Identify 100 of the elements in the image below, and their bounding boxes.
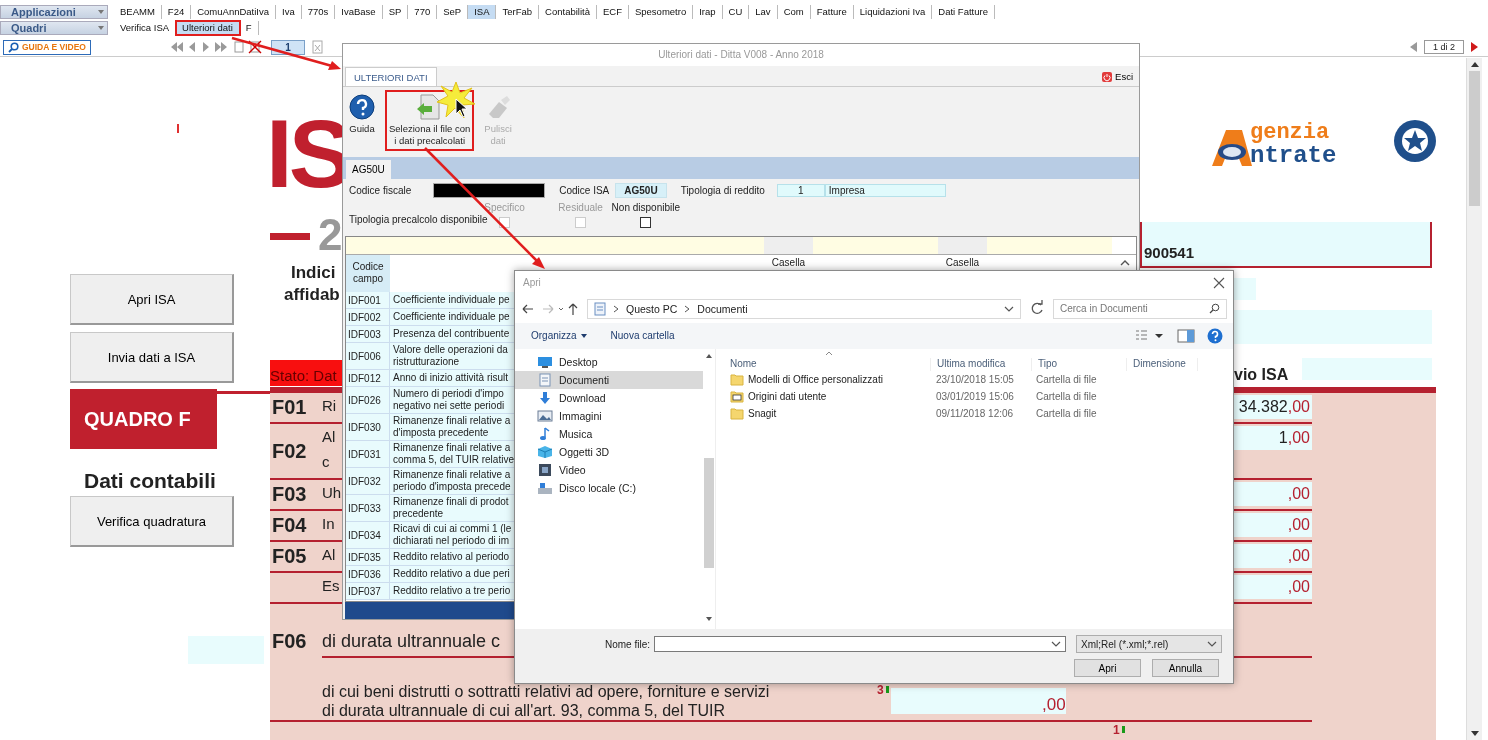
view-options-icon[interactable] <box>1135 328 1165 343</box>
table-cell: IDF002 <box>346 309 390 325</box>
amount-field[interactable]: ,00 <box>1234 544 1312 568</box>
table-cell-text: Rimanenze finali di prodot precedente <box>392 495 510 521</box>
menu-tab[interactable]: 770 <box>408 5 438 19</box>
menu-tab[interactable]: Irap <box>693 5 723 19</box>
nav-item[interactable]: Documenti <box>515 370 703 389</box>
address-bar[interactable]: Questo PC Documenti <box>587 298 1021 319</box>
amount-field[interactable]: ,00 <box>890 688 1066 714</box>
menu-tab[interactable]: Liquidazioni Iva <box>853 5 933 19</box>
menu-tab[interactable]: SP <box>382 5 409 19</box>
column-header[interactable]: Nome <box>730 357 931 371</box>
menu-tab[interactable]: Lav <box>749 5 778 19</box>
nav-item[interactable]: Immagini <box>515 406 703 425</box>
menu-tab[interactable]: Fatture <box>810 5 854 19</box>
menu-tab[interactable]: Iva <box>276 5 302 19</box>
table-header-cell <box>346 237 390 254</box>
menu-tab[interactable]: 770s <box>301 5 336 19</box>
exit-button[interactable]: Esci <box>1096 70 1139 83</box>
file-type-dropdown[interactable]: Xml;Rel (*.xml;*.rel) <box>1076 635 1222 653</box>
nav-item[interactable]: Disco locale (C:) <box>515 478 703 497</box>
menu-tab[interactable]: Spesometro <box>628 5 694 19</box>
menu-tab[interactable]: Ulteriori dati <box>176 21 240 35</box>
form-button[interactable]: Verifica quadratura <box>70 496 234 547</box>
menu-tab[interactable]: Contabilità <box>539 5 597 19</box>
file-name-field[interactable] <box>654 636 1066 652</box>
scroll-up-icon[interactable] <box>1120 259 1130 267</box>
toolbar-button[interactable]: Nuova cartella <box>604 329 681 343</box>
column-header[interactable]: Tipo <box>1032 357 1127 371</box>
document-icon <box>537 372 553 387</box>
isa-code-field[interactable]: AG50U <box>615 182 667 198</box>
table-cell: IDF026 <box>346 387 390 413</box>
help-icon[interactable] <box>1207 327 1223 344</box>
column-header[interactable]: Ultima modifica <box>931 357 1032 371</box>
column-header[interactable]: Dimensione <box>1127 357 1198 371</box>
search-field[interactable]: Cerca in Documenti <box>1053 298 1227 319</box>
nav-item[interactable]: Musica <box>515 424 703 443</box>
close-icon[interactable] <box>1213 276 1225 289</box>
amount-field[interactable]: ,00 <box>1234 575 1312 599</box>
nav-item[interactable]: Desktop <box>515 352 703 371</box>
agency-logo-text: genzia <box>1250 122 1330 144</box>
scrollbar[interactable] <box>1466 58 1482 740</box>
sheet-tab[interactable]: AG50U <box>346 160 391 179</box>
dialog-button[interactable]: Annulla <box>1152 659 1219 677</box>
row-code: F06 <box>272 630 307 653</box>
menu-tab[interactable]: CU <box>722 5 750 19</box>
amount-field[interactable]: ,00 <box>1234 482 1312 506</box>
menu-tab[interactable]: IvaBase <box>335 5 383 19</box>
form-field[interactable] <box>1234 310 1432 344</box>
nav-item[interactable]: Download <box>515 388 703 407</box>
table-cell-text: Rimanenze finali relative a d'imposta precedente <box>392 414 512 440</box>
ribbon-button[interactable]: Guida <box>345 90 379 139</box>
checkbox[interactable] <box>640 217 652 228</box>
file-row[interactable]: Modelli di Office personalizzati 23/10/2018 15:05 Cartella di file <box>730 371 1233 388</box>
row-label: Ri <box>322 397 337 414</box>
menu-tab[interactable]: TerFab <box>496 5 540 19</box>
menu-tab[interactable]: Com <box>777 5 811 19</box>
income-type-field[interactable]: Impresa <box>824 183 946 197</box>
nav-item[interactable]: Oggetti 3D <box>515 442 703 461</box>
code-field[interactable]: 900541 <box>1140 222 1432 268</box>
menu-tab[interactable]: BEAMM <box>114 5 162 19</box>
menu-tab[interactable]: ISA <box>468 5 497 19</box>
ribbon-tab[interactable]: ULTERIORI DATI <box>345 67 437 86</box>
chevron-icon <box>612 304 620 313</box>
window-title: Ulteriori dati - Ditta V008 - Anno 2018 <box>343 44 1139 66</box>
file-row[interactable]: Origini dati utente 03/01/2019 15:06 Cartella di file <box>730 388 1233 405</box>
dialog-button[interactable]: Apri <box>1074 659 1141 677</box>
menu-tab[interactable]: ComuAnnDatiIva <box>191 5 277 19</box>
breadcrumb[interactable]: Documenti <box>697 302 748 315</box>
dropdown-icon <box>1207 640 1217 648</box>
menu-tab[interactable]: Dati Fatture <box>932 5 995 19</box>
nav-item[interactable]: Video <box>515 460 703 479</box>
menu-tab[interactable]: F <box>239 21 259 35</box>
table-header-cell <box>764 237 813 254</box>
amount-field[interactable]: 1,00 <box>1234 426 1312 450</box>
preview-pane-icon[interactable] <box>1177 328 1195 343</box>
applications-dropdown[interactable]: Applicazioni <box>0 5 108 19</box>
menu-tab[interactable]: ECF <box>596 5 629 19</box>
agency-mark-icon <box>1212 128 1252 168</box>
amount-field[interactable]: 34.382,00 <box>1234 395 1312 419</box>
table-cell: IDF012 <box>346 370 390 386</box>
film-icon <box>537 462 553 477</box>
next-page-icon[interactable] <box>1470 41 1480 53</box>
income-code-field[interactable]: 1 <box>776 183 825 197</box>
isa-logo-year: 2 <box>318 213 343 257</box>
amount-field[interactable]: ,00 <box>1234 513 1312 537</box>
form-button[interactable]: Invia dati a ISA <box>70 332 234 383</box>
table-cell: IDF001 <box>346 292 390 308</box>
breadcrumb[interactable]: Questo PC <box>626 302 678 315</box>
row-label: In <box>322 515 335 532</box>
form-button[interactable]: Apri ISA <box>70 274 234 325</box>
search-icon <box>1209 303 1220 315</box>
toolbar-button[interactable]: Organizza <box>525 329 593 343</box>
form-field[interactable] <box>1234 278 1256 300</box>
file-row[interactable]: Snagit 09/11/2018 12:06 Cartella di file <box>730 405 1233 422</box>
column-header: Codice campo <box>346 255 390 292</box>
quadri-dropdown[interactable]: Quadri <box>0 21 108 35</box>
drive-icon <box>537 480 553 495</box>
dropdown-icon[interactable] <box>1004 304 1014 313</box>
menu-tab[interactable]: F24 <box>161 5 192 19</box>
